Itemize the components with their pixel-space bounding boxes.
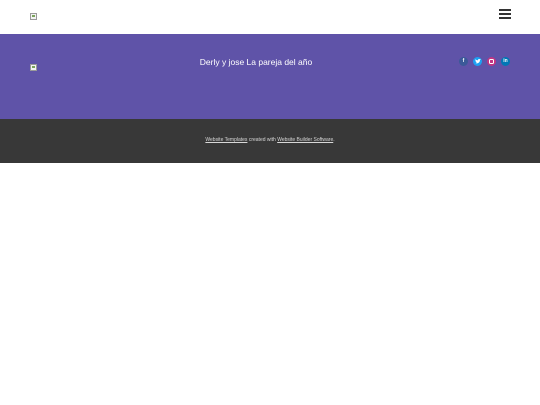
hero-section: Derly y jose La pareja del año f in [0,34,540,119]
menu-bar-line [499,13,511,15]
broken-image-icon[interactable] [30,13,37,20]
website-builder-link[interactable]: Website Builder Software [277,137,333,143]
website-templates-link[interactable]: Website Templates [205,137,247,143]
hero-title: Derly y jose La pareja del año [199,57,313,67]
instagram-icon[interactable] [487,57,496,66]
footer-end-text: . [333,137,335,143]
menu-bar-line [499,9,511,11]
empty-page-area [0,163,540,405]
top-bar [0,0,540,34]
instagram-camera-outline [489,59,494,64]
facebook-icon[interactable]: f [459,57,468,66]
footer-credit: Website Templates created with Website B… [0,137,540,144]
linkedin-icon[interactable]: in [501,57,510,66]
hamburger-menu-icon[interactable] [499,8,511,19]
facebook-glyph: f [462,58,465,64]
footer: Website Templates created with Website B… [0,119,540,163]
footer-middle-text: created with [247,137,278,143]
twitter-bird-icon [474,59,481,64]
menu-bar-line [499,17,511,19]
linkedin-glyph: in [503,58,508,64]
twitter-icon[interactable] [473,57,482,66]
